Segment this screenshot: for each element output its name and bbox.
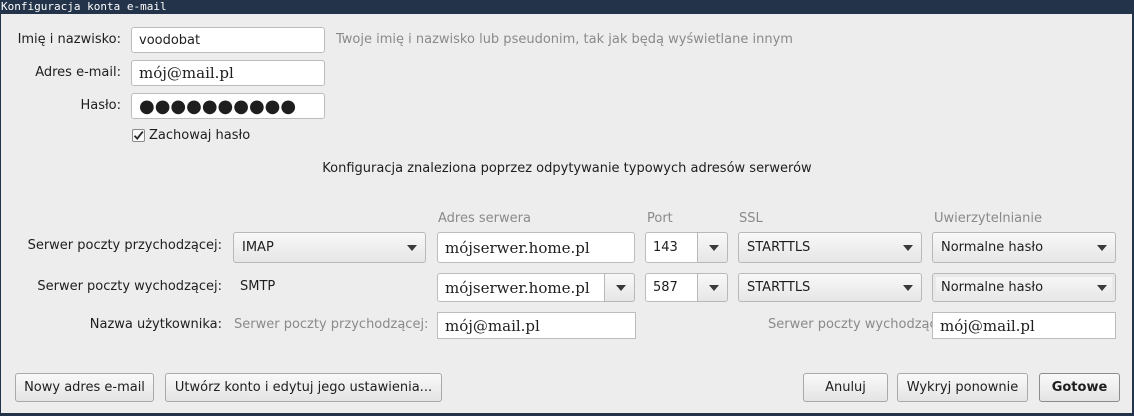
outgoing-server-input[interactable]: mójserwer.home.pl [437,273,605,302]
name-hint: Twoje imię i nazwisko lub pseudonim, tak… [336,32,793,47]
chevron-down-icon [1097,244,1107,251]
username-outgoing-input[interactable]: mój@mail.pl [932,312,1116,339]
username-outgoing-label: Serwer poczty wychodzącej: [768,317,953,332]
incoming-port-dropdown[interactable] [697,232,728,263]
email-input[interactable]: mój@mail.pl [131,60,325,86]
cancel-button[interactable]: Anuluj [803,373,888,402]
incoming-protocol-select[interactable]: IMAP [233,232,426,263]
incoming-port-input[interactable]: 143 [645,232,698,263]
username-label: Nazwa użytkownika: [89,317,222,332]
column-header-port: Port [647,211,673,226]
username-outgoing-value: mój@mail.pl [940,316,1035,335]
outgoing-port-input[interactable]: 587 [645,273,698,302]
password-input-value: ●●●●●●●●●● [139,95,297,117]
name-input[interactable]: voodobat [131,27,325,53]
outgoing-ssl-select[interactable]: STARTTLS [738,273,922,302]
cancel-button-label: Anuluj [825,380,866,395]
config-status-message: Konfiguracja znaleziona poprzez odpytywa… [322,161,812,176]
username-incoming-input[interactable]: mój@mail.pl [437,312,636,339]
outgoing-auth-value: Normalne hasło [941,280,1044,295]
checkbox-box[interactable] [132,128,145,142]
password-input[interactable]: ●●●●●●●●●● [131,93,325,119]
incoming-ssl-select[interactable]: STARTTLS [738,232,922,263]
outgoing-server-value: mójserwer.home.pl [445,278,590,297]
column-header-ssl: SSL [739,211,763,226]
chevron-down-icon [903,284,913,291]
done-button[interactable]: Gotowe [1039,373,1120,402]
outgoing-port-dropdown[interactable] [697,273,728,302]
chevron-down-icon [709,284,719,291]
chevron-down-icon [616,284,626,291]
redetect-button-label: Wykryj ponownie [906,380,1019,395]
incoming-protocol-value: IMAP [242,240,274,255]
email-input-value: mój@mail.pl [139,64,234,82]
incoming-ssl-value: STARTTLS [747,240,811,255]
outgoing-server-label: Serwer poczty wychodzącej: [37,279,222,294]
email-label: Adres e-mail: [35,65,121,80]
outgoing-ssl-value: STARTTLS [747,280,811,295]
chevron-down-icon [709,244,719,251]
outgoing-server-dropdown[interactable] [604,273,635,302]
redetect-button[interactable]: Wykryj ponownie [897,373,1028,402]
outgoing-protocol-value: SMTP [240,279,276,294]
column-header-auth: Uwierzytelnianie [934,211,1042,226]
outgoing-auth-select[interactable]: Normalne hasło [932,273,1116,302]
name-input-value: voodobat [139,32,201,48]
incoming-server-label: Serwer poczty przychodzącej: [27,238,222,253]
done-button-label: Gotowe [1051,380,1108,395]
remember-password-checkbox[interactable]: Zachowaj hasło [132,127,250,143]
checkmark-icon [133,130,144,140]
create-and-edit-button-label: Utwórz konto i edytuj jego ustawienia... [174,380,433,395]
password-label: Hasło: [80,98,121,113]
window-title: Konfiguracja konta e-mail [0,0,1134,14]
incoming-server-value: mójserwer.home.pl [445,238,590,257]
column-header-server: Adres serwera [438,211,531,226]
incoming-port-value: 143 [653,240,678,255]
chevron-down-icon [903,244,913,251]
chevron-down-icon [407,244,417,251]
incoming-auth-value: Normalne hasło [941,240,1044,255]
new-email-button[interactable]: Nowy adres e-mail [15,373,154,402]
username-incoming-value: mój@mail.pl [445,316,540,335]
incoming-server-input[interactable]: mójserwer.home.pl [437,232,635,263]
name-label: Imię i nazwisko: [17,32,121,47]
username-incoming-label: Serwer poczty przychodzącej: [234,317,429,332]
chevron-down-icon [1097,284,1107,291]
create-and-edit-button[interactable]: Utwórz konto i edytuj jego ustawienia... [165,373,442,402]
incoming-auth-select[interactable]: Normalne hasło [932,232,1116,263]
outgoing-port-value: 587 [653,280,678,295]
new-email-button-label: Nowy adres e-mail [24,380,145,395]
remember-password-label: Zachowaj hasło [149,127,251,143]
